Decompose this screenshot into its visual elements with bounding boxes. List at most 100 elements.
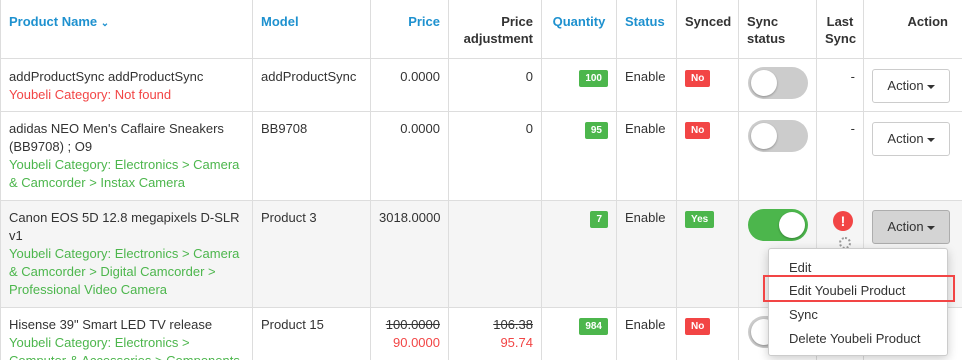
model-cell: Product 3 (252, 201, 370, 307)
header-synced: Synced (676, 0, 738, 58)
product-category: Youbeli Category: Not found (9, 87, 172, 102)
header-price[interactable]: Price (370, 0, 448, 58)
product-name: Hisense 39" Smart LED TV release (9, 317, 213, 332)
quantity-badge: 984 (579, 318, 608, 335)
header-model[interactable]: Model (252, 0, 370, 58)
status-cell: Enable (616, 308, 676, 360)
product-name-cell: Canon EOS 5D 12.8 megapixels D-SLR v1 Yo… (0, 201, 252, 307)
menu-item-sync[interactable]: Sync (769, 303, 947, 327)
header-status-label: Status (625, 14, 665, 29)
quantity-badge: 7 (590, 211, 608, 228)
toggle-knob (751, 70, 777, 96)
action-button-label: Action (887, 131, 924, 146)
header-action-label: Action (907, 14, 948, 29)
header-synced-label: Synced (685, 14, 732, 29)
header-quantity-label: Quantity (552, 14, 606, 29)
caret-down-icon (926, 137, 935, 142)
table-row: adidas NEO Men's Caflaire Sneakers (BB97… (0, 111, 962, 200)
product-name-cell: adidas NEO Men's Caflaire Sneakers (BB97… (0, 112, 252, 200)
model-value: Product 15 (261, 317, 324, 332)
price-cell: 100.0000 90.0000 (370, 308, 448, 360)
status-cell: Enable (616, 112, 676, 200)
header-price-adjustment: Price adjustment (448, 0, 541, 58)
header-action: Action (863, 0, 962, 58)
quantity-cell: 984 (541, 308, 616, 360)
product-name-cell: Hisense 39" Smart LED TV release Youbeli… (0, 308, 252, 360)
quantity-cell: 95 (541, 112, 616, 200)
price-value: 0.0000 (400, 121, 440, 136)
sync-toggle[interactable] (748, 209, 808, 241)
product-name: addProductSync addProductSync (9, 69, 204, 84)
action-cell: Action (863, 59, 962, 111)
status-value: Enable (625, 210, 666, 225)
product-name: adidas NEO Men's Caflaire Sneakers (BB97… (9, 121, 224, 154)
synced-cell: No (676, 308, 738, 360)
status-value: Enable (625, 69, 666, 84)
error-icon[interactable]: ! (833, 211, 853, 231)
price-adjustment-cell: 0 (448, 112, 541, 200)
last-sync-value: - (850, 69, 855, 84)
header-last-sync: Last Sync (816, 0, 863, 58)
price-new-value: 90.0000 (393, 335, 440, 350)
action-button[interactable]: Action (872, 122, 950, 156)
product-category: Youbeli Category: Electronics > Camera &… (9, 246, 240, 297)
status-value: Enable (625, 121, 666, 136)
header-price-adjustment-label: Price adjustment (463, 14, 533, 46)
price-cell: 3018.0000 (370, 201, 448, 307)
sync-toggle[interactable] (748, 67, 808, 99)
price-value: 0.0000 (400, 69, 440, 84)
header-quantity[interactable]: Quantity (541, 0, 616, 58)
quantity-cell: 100 (541, 59, 616, 111)
highlight-annotation (763, 275, 955, 302)
status-value: Enable (625, 317, 666, 332)
price-cell: 0.0000 (370, 112, 448, 200)
action-button[interactable]: Action (872, 69, 950, 103)
sync-status-cell (738, 59, 816, 111)
caret-down-icon (926, 84, 935, 89)
price-adjustment-new-value: 95.74 (500, 335, 533, 350)
menu-item-delete-youbeli-product[interactable]: Delete Youbeli Product (769, 327, 947, 351)
header-price-label: Price (408, 14, 440, 29)
header-sync-status-label: Sync status (747, 14, 786, 46)
model-value: Product 3 (261, 210, 317, 225)
price-old-value: 100.0000 (385, 317, 440, 332)
synced-badge: No (685, 318, 711, 335)
header-status[interactable]: Status (616, 0, 676, 58)
sync-status-cell (738, 112, 816, 200)
status-cell: Enable (616, 201, 676, 307)
header-last-sync-label: Last Sync (825, 14, 857, 46)
quantity-badge: 100 (579, 70, 608, 87)
last-sync-value: - (850, 121, 855, 136)
table-header: Product Name ⌄ Model Price Price adjustm… (0, 0, 962, 58)
quantity-badge: 95 (584, 122, 608, 139)
price-adjustment-cell: 0 (448, 59, 541, 111)
last-sync-cell: - (816, 112, 863, 200)
price-adjustment-value: 0 (525, 69, 533, 84)
synced-cell: No (676, 112, 738, 200)
header-model-label: Model (261, 14, 299, 29)
price-adjustment-old-value: 106.38 (493, 317, 533, 332)
action-button[interactable]: Action (872, 210, 950, 244)
model-value: BB9708 (261, 121, 308, 136)
header-sync-status: Sync status (738, 0, 816, 58)
caret-down-icon (926, 225, 935, 230)
product-category: Youbeli Category: Electronics > Camera &… (9, 157, 240, 190)
header-product-name[interactable]: Product Name ⌄ (0, 0, 252, 58)
sync-toggle[interactable] (748, 120, 808, 152)
synced-badge: Yes (685, 211, 715, 228)
last-sync-cell: - (816, 59, 863, 111)
quantity-cell: 7 (541, 201, 616, 307)
synced-cell: No (676, 59, 738, 111)
action-dropdown-menu: Edit Edit Youbeli Product Sync Delete Yo… (768, 248, 948, 356)
action-button-label: Action (887, 219, 924, 234)
action-button-label: Action (887, 78, 924, 93)
model-cell: BB9708 (252, 112, 370, 200)
toggle-knob (779, 212, 805, 238)
toggle-knob (751, 123, 777, 149)
model-cell: Product 15 (252, 308, 370, 360)
product-category: Youbeli Category: Electronics > Computer… (9, 335, 240, 360)
product-name-cell: addProductSync addProductSync Youbeli Ca… (0, 59, 252, 111)
action-cell: Action (863, 112, 962, 200)
price-cell: 0.0000 (370, 59, 448, 111)
price-adjustment-cell: 106.38 95.74 (448, 308, 541, 360)
